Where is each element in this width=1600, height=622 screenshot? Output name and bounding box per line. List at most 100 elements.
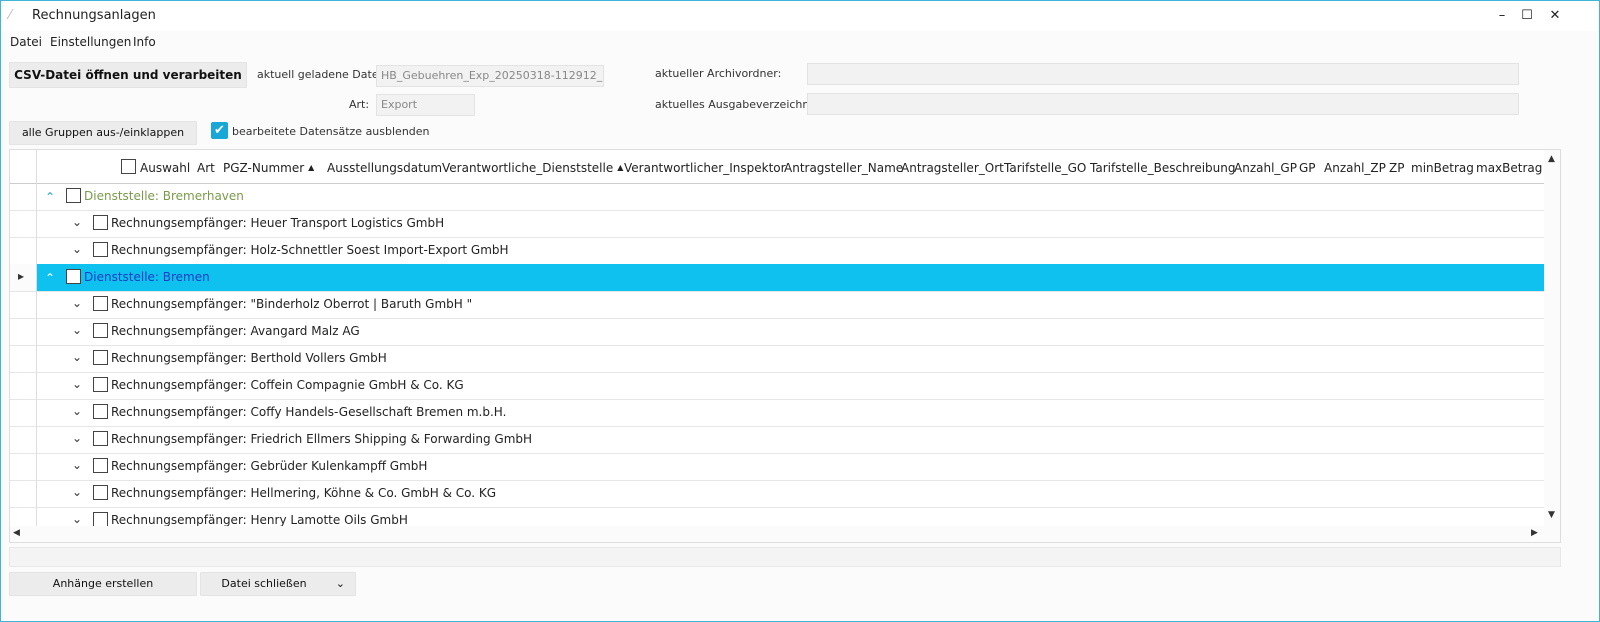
archive-field[interactable] — [807, 63, 1519, 85]
status-bar — [9, 547, 1561, 567]
table-row[interactable]: ⌄ Rechnungsempfänger: Coffein Compagnie G… — [10, 372, 1544, 400]
open-csv-button[interactable]: CSV-Datei öffnen und verarbeiten — [9, 62, 247, 88]
table-row[interactable]: ⌄ Rechnungsempfänger: Coffy Handels-Gesel… — [10, 399, 1544, 427]
row-label: Rechnungsempfänger: Henry Lamotte Oils G… — [111, 513, 408, 527]
group-label: Dienststelle: Bremerhaven — [84, 189, 244, 203]
loaded-file-field[interactable]: HB_Gebuehren_Exp_20250318-112912_Kopie_K… — [376, 65, 604, 87]
row-header[interactable] — [10, 237, 37, 264]
chevron-down-icon[interactable]: ⌄ — [72, 485, 82, 499]
row-checkbox[interactable] — [93, 512, 108, 527]
row-checkbox[interactable] — [93, 377, 108, 392]
col-art[interactable]: Art — [197, 161, 215, 175]
vertical-scrollbar[interactable]: ▲ ▼ — [1544, 150, 1560, 542]
col-ausstellungsdatum[interactable]: Ausstellungsdatum — [327, 161, 442, 175]
col-zp[interactable]: ZP — [1389, 161, 1404, 175]
row-header[interactable] — [10, 318, 37, 345]
table-row[interactable]: ⌄ Rechnungsempfänger: Heuer Transport Log… — [10, 210, 1544, 238]
scroll-left-icon[interactable]: ◀ — [13, 528, 20, 538]
hide-processed-checkbox[interactable]: ✔ — [211, 122, 228, 139]
row-header[interactable] — [10, 480, 37, 507]
row-header[interactable] — [10, 426, 37, 453]
row-checkbox[interactable] — [93, 242, 108, 257]
chevron-down-icon[interactable]: ⌄ — [72, 512, 82, 526]
sort-asc-icon: ▲ — [617, 163, 624, 172]
chevron-down-icon[interactable]: ⌄ — [72, 458, 82, 472]
chevron-down-icon[interactable]: ⌄ — [72, 431, 82, 445]
col-gp[interactable]: GP — [1299, 161, 1316, 175]
chevron-down-icon[interactable]: ⌄ — [72, 323, 82, 337]
row-label: Rechnungsempfänger: Berthold Vollers Gmb… — [111, 351, 387, 365]
col-auswahl[interactable]: Auswahl — [140, 161, 190, 175]
close-button[interactable]: ✕ — [1542, 5, 1568, 27]
row-checkbox[interactable] — [93, 215, 108, 230]
minimize-button[interactable]: – — [1489, 5, 1515, 27]
table-row[interactable]: ⌄ Rechnungsempfänger: Berthold Vollers Gm… — [10, 345, 1544, 373]
chevron-down-icon[interactable]: ⌄ — [72, 296, 82, 310]
col-pgz-nummer[interactable]: PGZ-Nummer ▲ — [223, 161, 314, 175]
chevron-down-icon[interactable]: ⌄ — [72, 215, 82, 229]
table-row[interactable]: ⌄ Rechnungsempfänger: Holz-Schnettler Soe… — [10, 237, 1544, 265]
sort-asc-icon: ▲ — [308, 163, 315, 172]
row-checkbox[interactable] — [93, 404, 108, 419]
col-tarifstelle-go[interactable]: Tarifstelle_GO — [1004, 161, 1086, 175]
col-anzahl-zp[interactable]: Anzahl_ZP — [1324, 161, 1386, 175]
col-minbetrag[interactable]: minBetrag — [1411, 161, 1474, 175]
art-field[interactable]: Export — [376, 94, 475, 116]
row-header[interactable] — [10, 183, 37, 210]
row-checkbox[interactable] — [93, 323, 108, 338]
chevron-down-icon[interactable]: ⌄ — [72, 404, 82, 418]
col-anzahl-gp[interactable]: Anzahl_GP — [1234, 161, 1297, 175]
window-title: Rechnungsanlagen — [32, 8, 156, 23]
collapse-groups-button[interactable]: alle Gruppen aus-/einklappen — [9, 121, 197, 145]
current-row-indicator-icon: ▸ — [18, 269, 25, 283]
row-header[interactable] — [10, 291, 37, 318]
chevron-down-icon[interactable]: ⌄ — [336, 573, 345, 595]
row-header[interactable] — [10, 210, 37, 237]
row-checkbox[interactable] — [93, 350, 108, 365]
group-row[interactable]: ▸ ⌃ Dienststelle: Bremen — [10, 264, 1544, 292]
table-row[interactable]: ⌄ Rechnungsempfänger: Hellmering, Köhne &… — [10, 480, 1544, 508]
chevron-down-icon[interactable]: ⌄ — [72, 350, 82, 364]
row-header[interactable] — [10, 399, 37, 426]
row-header[interactable] — [10, 345, 37, 372]
select-all-checkbox[interactable] — [121, 159, 136, 174]
row-checkbox[interactable] — [66, 188, 81, 203]
maximize-button[interactable]: ☐ — [1514, 5, 1540, 27]
chevron-down-icon[interactable]: ⌄ — [72, 242, 82, 256]
horizontal-scrollbar[interactable]: ◀ ▶ — [10, 526, 1544, 542]
chevron-down-icon[interactable]: ⌄ — [72, 377, 82, 391]
col-antragsteller-name[interactable]: Antragsteller_Name — [784, 161, 903, 175]
row-header[interactable]: ▸ — [10, 264, 37, 291]
art-label: Art: — [349, 98, 370, 111]
row-header[interactable] — [10, 372, 37, 399]
row-header[interactable] — [10, 453, 37, 480]
table-row[interactable]: ⌄ Rechnungsempfänger: "Binderholz Oberrot… — [10, 291, 1544, 319]
scroll-right-icon[interactable]: ▶ — [1531, 528, 1538, 538]
row-checkbox[interactable] — [93, 458, 108, 473]
table-row[interactable]: ⌄ Rechnungsempfänger: Friedrich Ellmers S… — [10, 426, 1544, 454]
create-attachments-button[interactable]: Anhänge erstellen — [9, 572, 197, 596]
row-checkbox[interactable] — [93, 485, 108, 500]
row-checkbox[interactable] — [93, 296, 108, 311]
menu-info[interactable]: Info — [133, 35, 156, 49]
row-checkbox[interactable] — [93, 431, 108, 446]
application-window: ⁄ Rechnungsanlagen – ☐ ✕ Datei Einstellu… — [0, 0, 1600, 622]
scroll-down-icon[interactable]: ▼ — [1548, 510, 1555, 520]
col-tarifstelle-beschreibung[interactable]: Tarifstelle_Beschreibung — [1090, 161, 1235, 175]
col-verantwortlicher-inspektor[interactable]: Verantwortlicher_Inspektor — [624, 161, 786, 175]
col-maxbetrag[interactable]: maxBetrag — [1476, 161, 1542, 175]
row-label: Rechnungsempfänger: Friedrich Ellmers Sh… — [111, 432, 533, 446]
table-row[interactable]: ⌄ Rechnungsempfänger: Gebrüder Kulenkampf… — [10, 453, 1544, 481]
scroll-up-icon[interactable]: ▲ — [1548, 154, 1555, 164]
output-dir-field[interactable] — [807, 93, 1519, 115]
col-antragsteller-ort[interactable]: Antragsteller_Ort — [901, 161, 1004, 175]
menu-einstellungen[interactable]: Einstellungen — [50, 35, 131, 49]
group-row[interactable]: ⌃ Dienststelle: Bremerhaven — [10, 183, 1544, 211]
chevron-up-icon[interactable]: ⌃ — [45, 271, 55, 285]
chevron-up-icon[interactable]: ⌃ — [45, 190, 55, 204]
close-file-button[interactable]: Datei schließen ⌄ — [200, 572, 356, 596]
col-verantwortliche-dienststelle[interactable]: Verantwortliche_Dienststelle ▲ — [442, 161, 623, 175]
row-checkbox[interactable] — [66, 269, 81, 284]
table-row[interactable]: ⌄ Rechnungsempfänger: Avangard Malz AG — [10, 318, 1544, 346]
menu-datei[interactable]: Datei — [10, 35, 42, 49]
